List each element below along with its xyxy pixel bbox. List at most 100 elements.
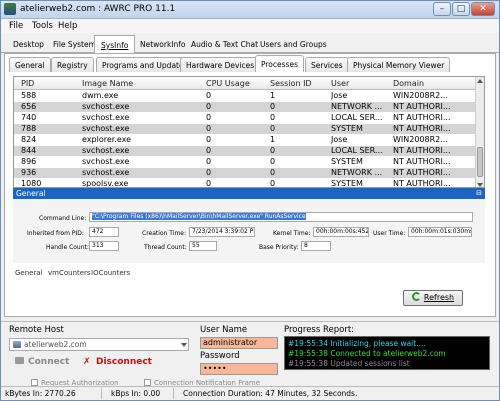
table-cell: Jose — [331, 91, 348, 100]
table-cell: 0 — [270, 168, 276, 177]
table-cell: NT AUTHORI... — [393, 124, 451, 133]
table-cell: LOCAL SER... — [331, 113, 383, 122]
subtab-registry[interactable]: Registry — [51, 57, 94, 72]
scroll-down-icon[interactable] — [477, 183, 483, 187]
table-cell: 0 — [206, 135, 212, 144]
table-row[interactable]: 740 svchost.exe 0 0 LOCAL SER... NT AUTHORI..… — [14, 113, 476, 123]
inherited-pid-label: Inherited from PID: — [27, 230, 84, 237]
kernel-time-field[interactable]: 00h:00m:00s:452ms — [313, 227, 369, 237]
title-bar: atelierweb2.com : AWRC PRO 11.1 – □ ✕ — [1, 1, 499, 19]
table-row[interactable]: 936 svchost.exe 0 0 NETWORK ... NT AUTHORI... — [14, 168, 476, 178]
table-cell: explorer.exe — [82, 135, 132, 144]
tab-desktop[interactable]: Desktop — [7, 37, 50, 53]
app-window: atelierweb2.com : AWRC PRO 11.1 – □ ✕ Fi… — [0, 0, 500, 401]
inherited-pid-field[interactable]: 472 — [89, 227, 119, 237]
table-scrollbar[interactable] — [475, 77, 484, 187]
table-cell: 1 — [270, 135, 276, 144]
subtab-general[interactable]: General — [9, 57, 51, 72]
menu-help[interactable]: Help — [58, 21, 77, 31]
refresh-button[interactable]: Refresh — [403, 290, 463, 306]
table-cell: NT AUTHORI... — [393, 168, 451, 177]
subtab-physical-memory-viewer[interactable]: Physical Memory Viewer — [347, 57, 451, 72]
detail-tab-vmcounters[interactable]: vmCounters — [48, 269, 91, 277]
table-cell: 0 — [206, 146, 212, 155]
table-row[interactable]: 588 dwm.exe 0 1 Jose WIN2008R2... — [14, 91, 476, 101]
detail-tab-iocounters[interactable]: IOCounters — [91, 269, 130, 277]
subtab-programs-updates[interactable]: Programs and Updates — [96, 57, 194, 72]
subtab-hardware-devices[interactable]: Hardware Devices — [180, 57, 261, 72]
command-line-field[interactable]: "C:\Program Files (x86)\hMailServer\Bin\… — [89, 212, 473, 222]
column-header-pid[interactable]: PID — [21, 79, 34, 88]
chevron-down-icon[interactable] — [181, 343, 187, 347]
general-details-header: General ⊟ — [13, 188, 485, 199]
user-name-label: User Name — [200, 325, 248, 335]
progress-report-label: Progress Report: — [284, 325, 355, 335]
table-row[interactable]: 656 svchost.exe 0 0 NETWORK ... NT AUTHORI... — [14, 102, 476, 112]
table-row[interactable]: 824 explorer.exe 0 1 Jose WIN2008R2... — [14, 135, 476, 145]
table-cell: 824 — [21, 135, 37, 144]
tab-sysinfo[interactable]: SysInfo — [94, 35, 136, 54]
tab-networkinfo[interactable]: NetworkInfo — [134, 37, 192, 53]
table-cell: 788 — [21, 124, 37, 133]
tab-users-groups[interactable]: Users and Groups — [254, 37, 333, 53]
window-title: atelierweb2.com : AWRC PRO 11.1 — [20, 4, 176, 14]
menu-file[interactable]: File — [9, 21, 23, 31]
creation-time-field[interactable]: 7/23/2014 3:39:02 PM — [189, 227, 255, 237]
connect-button[interactable]: Connect — [15, 357, 69, 367]
table-cell: NT AUTHORI... — [393, 113, 451, 122]
table-cell: 0 — [270, 113, 276, 122]
table-row[interactable]: 1080 spoolsv.exe 0 0 SYSTEM NT AUTHORI... — [14, 179, 476, 187]
table-row[interactable]: 788 svchost.exe 0 0 SYSTEM NT AUTHORI... — [14, 124, 476, 134]
kernel-time-label: Kernel Time: — [273, 230, 311, 237]
column-header-image-name[interactable]: Image Name — [82, 79, 133, 88]
maximize-button[interactable]: □ — [452, 2, 470, 16]
base-priority-field[interactable]: 8 — [301, 241, 331, 251]
thread-count-field[interactable]: 55 — [189, 241, 217, 251]
table-row[interactable]: 896 svchost.exe 0 0 SYSTEM NT AUTHORI... — [14, 157, 476, 167]
password-label: Password — [200, 351, 240, 361]
plug-icon — [15, 357, 24, 364]
subtab-services[interactable]: Services — [305, 57, 349, 72]
table-cell: 936 — [21, 168, 37, 177]
column-header-cpu-usage[interactable]: CPU Usage — [206, 79, 250, 88]
status-kbps-in: kBps In: 0.00 — [111, 389, 161, 398]
status-kbytes-in: kBytes In: 2770.26 — [5, 389, 76, 398]
progress-report-log[interactable]: #19:55:34 Initializing, please wait.... … — [284, 336, 490, 370]
table-cell: 740 — [21, 113, 37, 122]
table-cell: svchost.exe — [82, 157, 130, 166]
column-header-domain[interactable]: Domain — [393, 79, 424, 88]
command-line-label: Command Line: — [39, 215, 87, 222]
table-cell: 0 — [206, 102, 212, 111]
table-row[interactable]: 844 svchost.exe 0 0 LOCAL SER... NT AUTHORI..… — [14, 146, 476, 156]
column-header-session-id[interactable]: Session ID — [270, 79, 312, 88]
scrollbar-thumb[interactable] — [477, 147, 483, 177]
remote-host-combobox[interactable]: atelierweb2.com — [9, 338, 189, 351]
tab-audio-text-chat[interactable]: Audio & Text Chat — [185, 37, 264, 53]
table-cell: NETWORK ... — [331, 168, 383, 177]
subtab-processes[interactable]: Processes — [255, 55, 304, 72]
sysinfo-subtab-bar: General Registry Programs and Updates Ha… — [7, 55, 495, 72]
user-name-input[interactable]: administrator — [200, 337, 278, 349]
log-line: #19:55:34 Initializing, please wait.... — [288, 339, 426, 348]
table-cell: NETWORK ... — [331, 102, 383, 111]
disconnect-button[interactable]: ✗ Disconnect — [83, 357, 152, 367]
handle-count-field[interactable]: 313 — [89, 241, 119, 251]
detail-tab-general[interactable]: General — [15, 269, 43, 277]
table-cell: Jose — [331, 135, 348, 144]
column-header-user[interactable]: User — [331, 79, 349, 88]
password-input[interactable]: ••••• — [200, 363, 278, 375]
pin-icon[interactable]: ⊟ — [476, 189, 482, 197]
table-cell: NT AUTHORI... — [393, 157, 451, 166]
app-icon — [4, 3, 16, 15]
table-cell: LOCAL SER... — [331, 146, 383, 155]
general-details-panel: Command Line: "C:\Program Files (x86)\hM… — [13, 199, 485, 263]
close-button[interactable]: ✕ — [471, 2, 495, 16]
table-cell: svchost.exe — [82, 124, 130, 133]
menu-tools[interactable]: Tools — [32, 21, 53, 31]
base-priority-label: Base Priority: — [259, 244, 299, 251]
table-cell: 0 — [270, 146, 276, 155]
user-time-field[interactable]: 00h:00m:01s:030ms — [408, 227, 472, 237]
scroll-up-icon[interactable] — [477, 79, 483, 83]
checkbox-icon — [31, 379, 38, 386]
minimize-button[interactable]: – — [433, 2, 451, 16]
